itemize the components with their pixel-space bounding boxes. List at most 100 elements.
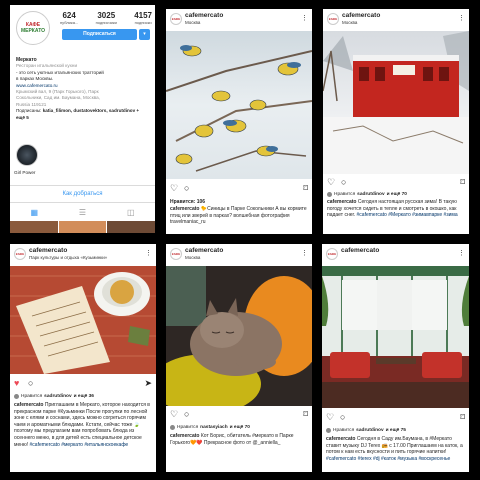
liker-avatar	[326, 428, 331, 433]
save-bookmark-icon[interactable]: ⌑	[460, 177, 465, 187]
account-name[interactable]: cafemercato	[342, 12, 380, 19]
account-name[interactable]: cafemercato	[185, 247, 223, 254]
caption-account[interactable]: cafemercato	[170, 433, 199, 439]
liked-heart-icon[interactable]: ♥	[14, 378, 19, 388]
caption-account[interactable]: cafemercato	[170, 206, 199, 212]
liked-by[interactable]: Нравится nastasyiach и ещё 70	[170, 425, 250, 430]
account-avatar[interactable]: КАФЕ	[170, 13, 182, 25]
liker-avatar	[14, 394, 19, 399]
terrace-interior-illustration	[322, 266, 469, 408]
more-options-icon[interactable]: ⋮	[301, 249, 308, 257]
caption-hashtags[interactable]: #cafemercato #terex #dj #каток #музыка #…	[326, 456, 450, 462]
post-image[interactable]	[166, 266, 312, 406]
comment-icon[interactable]: ○	[340, 412, 345, 422]
caption-account[interactable]: cafemercato	[327, 199, 356, 205]
liker-avatar	[170, 425, 175, 430]
stat-label: подписки	[134, 20, 152, 25]
post-caption: cafemercato Сегодня в Саду им.Баумана, в…	[326, 436, 465, 462]
account-name[interactable]: cafemercato	[29, 247, 67, 254]
post-header: КАФЕ cafemercato ⋮	[322, 244, 469, 266]
post-header: КАФЕ cafemercato Москва ⋮	[323, 9, 469, 31]
liked-by-prefix: Нравится	[334, 192, 356, 197]
post-location[interactable]: Москва	[185, 255, 200, 260]
post-thumbnail[interactable]	[107, 221, 155, 233]
stat-following[interactable]: 4157 подписки	[134, 11, 152, 25]
save-bookmark-icon[interactable]: ⌑	[460, 412, 465, 422]
caption-hashtags[interactable]: #cafemercato #меркато #итальянскоекафе	[30, 442, 129, 448]
like-heart-icon[interactable]: ♡	[170, 183, 178, 193]
more-options-icon[interactable]: ⋮	[145, 249, 152, 257]
comment-icon[interactable]: ○	[341, 177, 346, 187]
liked-by-user: sadrutdinov	[356, 428, 384, 433]
subscribe-button[interactable]: Подписаться	[62, 29, 137, 40]
post-image[interactable]	[322, 266, 469, 408]
tagged-tab-icon[interactable]: ◫	[127, 208, 135, 217]
stat-posts[interactable]: 624 публика...	[60, 11, 78, 25]
account-avatar[interactable]: КАФЕ	[327, 13, 339, 25]
account-avatar[interactable]: КАФЕ	[14, 248, 26, 260]
post-card: КАФЕ cafemercato Москва ⋮ ♡ ○ ⌑ Нравится…	[166, 9, 312, 234]
post-actions: ♡ ○ ⌑	[170, 409, 308, 421]
more-options-icon[interactable]: ⋮	[458, 249, 465, 257]
account-name[interactable]: cafemercato	[185, 12, 223, 19]
caption-hashtags[interactable]: #cafemercato #Меркато #зимавпарке #зима	[357, 212, 458, 218]
post-card: КАФЕ cafemercato ⋮ ♡ ○ ⌑ Нравится sadrut…	[322, 244, 469, 472]
comment-icon[interactable]: ○	[28, 378, 33, 388]
post-location[interactable]: Парк культуры и отдыха «Кузьминки»	[29, 255, 107, 260]
post-card: КАФЕ cafemercato Парк культуры и отдыха …	[10, 244, 156, 472]
post-caption: cafemercato Приглашаем в Меркато, которо…	[14, 402, 152, 448]
like-heart-icon[interactable]: ♡	[326, 412, 334, 422]
profile-tabs: ▦ ☰ ◫	[10, 205, 155, 219]
list-tab-icon[interactable]: ☰	[79, 208, 86, 217]
post-header: КАФЕ cafemercato Москва ⋮	[166, 244, 312, 266]
liked-by-user: sadrutdinov	[44, 394, 72, 399]
likes-count[interactable]: Нравится: 106	[170, 199, 205, 205]
account-avatar[interactable]: КАФЕ	[170, 248, 182, 260]
profile-logo[interactable]: КАФЕ МЕРКАТО	[16, 11, 50, 45]
directions-button[interactable]: Как добраться	[10, 185, 155, 203]
more-options-icon[interactable]: ⋮	[458, 14, 465, 22]
liked-by-prefix: Нравится	[21, 394, 43, 399]
post-location[interactable]: Москва	[342, 20, 357, 25]
like-heart-icon[interactable]: ♡	[327, 177, 335, 187]
post-image[interactable]	[10, 266, 156, 374]
comment-icon[interactable]: ○	[184, 409, 189, 419]
caption-account[interactable]: cafemercato	[326, 436, 355, 442]
share-icon[interactable]: ➤	[144, 378, 152, 388]
post-thumbnails	[10, 221, 155, 233]
liker-avatar	[327, 192, 332, 197]
grid-tab-icon[interactable]: ▦	[30, 208, 38, 217]
screenshot-grid: КАФЕ МЕРКАТО 624 публика... 3025 подписч…	[0, 0, 480, 480]
liked-by-rest: и ещё 70	[229, 425, 250, 430]
liked-by-user: sadrutdinov	[357, 192, 385, 197]
liked-by[interactable]: Нравится sadrutdinov и ещё 75	[326, 428, 406, 433]
stat-value: 4157	[134, 11, 152, 20]
account-name[interactable]: cafemercato	[341, 247, 379, 254]
stat-label: подписчики	[95, 20, 117, 25]
profile-panel: КАФЕ МЕРКАТО 624 публика... 3025 подписч…	[10, 5, 155, 233]
stat-followers[interactable]: 3025 подписчики	[96, 11, 117, 25]
caption-account[interactable]: cafemercato	[14, 402, 43, 408]
logo-text-bottom: МЕРКАТО	[20, 28, 46, 34]
story-highlight[interactable]	[16, 144, 38, 166]
post-caption: cafemercato 🐤Синицы в Парке Сокольники А…	[170, 206, 308, 226]
post-caption: cafemercato Сегодня настоящая русская зи…	[327, 199, 465, 219]
post-location[interactable]: Москва	[185, 20, 200, 25]
suggestions-toggle-button[interactable]: ▾	[139, 29, 150, 40]
save-bookmark-icon[interactable]: ⌑	[303, 409, 308, 419]
post-image[interactable]	[323, 31, 469, 174]
post-thumbnail[interactable]	[10, 221, 58, 233]
liked-by[interactable]: Нравится sadrutdinov и ещё 70	[327, 192, 407, 197]
save-bookmark-icon[interactable]: ⌑	[303, 183, 308, 193]
more-options-icon[interactable]: ⋮	[301, 14, 308, 22]
profile-bio: Меркато Ресторан итальянской кухни - это…	[10, 57, 155, 121]
like-heart-icon[interactable]: ♡	[170, 409, 178, 419]
account-avatar[interactable]: КАФЕ	[326, 248, 338, 260]
followed-by[interactable]: Подписаны: katia_filimon, dustatovektors…	[16, 108, 149, 121]
post-thumbnail[interactable]	[58, 221, 107, 233]
post-image[interactable]	[166, 31, 312, 179]
liked-by-rest: и ещё 75	[385, 428, 406, 433]
comment-icon[interactable]: ○	[184, 183, 189, 193]
liked-by[interactable]: Нравится sadrutdinov и ещё 36	[14, 394, 94, 399]
profile-stats: 624 публика... 3025 подписчики 4157 подп…	[60, 11, 152, 25]
